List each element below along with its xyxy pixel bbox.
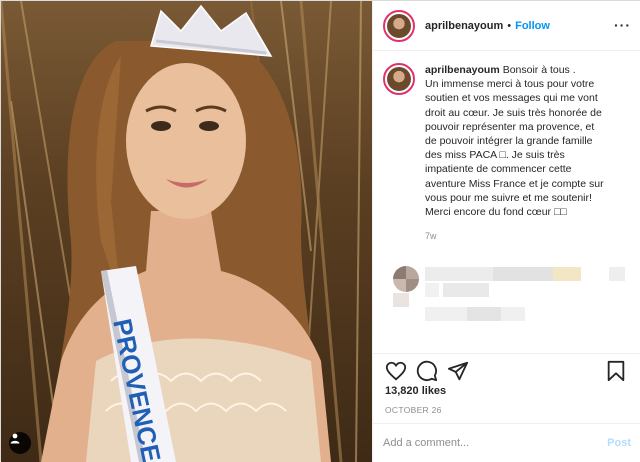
user-tag-icon[interactable]	[9, 432, 31, 454]
blur-block	[425, 283, 439, 297]
follow-button[interactable]: Follow	[515, 20, 550, 32]
more-options-icon[interactable]: ···	[614, 17, 631, 33]
separator-dot: •	[507, 19, 512, 32]
instagram-post-modal: PROVENCE aprilbenayoum • Follow ··· apri…	[0, 0, 640, 462]
blur-block	[609, 267, 625, 281]
blurred-avatar	[393, 266, 419, 292]
caption-line: de pouvoir intégrer la grande famille	[425, 135, 593, 148]
caption-username[interactable]: aprilbenayoum	[425, 64, 500, 76]
post-header: aprilbenayoum • Follow ···	[373, 1, 640, 51]
caption-line: des miss PACA □. Je suis très	[425, 149, 565, 162]
likes-count[interactable]: 13,820 likes	[385, 385, 446, 397]
photo-illustration: PROVENCE	[1, 1, 362, 462]
caption-avatar[interactable]	[383, 63, 415, 95]
caption-line: Bonsoir à tous .	[502, 64, 576, 76]
avatar[interactable]	[383, 9, 415, 42]
blur-block	[553, 267, 581, 281]
post-button[interactable]: Post	[607, 437, 631, 449]
blur-block	[393, 293, 409, 307]
share-icon[interactable]	[447, 360, 469, 382]
comment-input[interactable]	[383, 437, 608, 449]
bookmark-icon[interactable]	[605, 360, 627, 382]
caption-line: aventure Miss France et je compte sur	[425, 177, 604, 190]
post-age: 7w	[425, 231, 437, 242]
post-date[interactable]: OCTOBER 26	[385, 405, 442, 415]
caption-line: pouvoir représenter ma provence, et	[425, 120, 595, 133]
caption-line: vous pour me suivre et me soutenir!	[425, 191, 592, 204]
caption-line: soutien et vos messages qui me vont	[425, 92, 598, 105]
blur-block	[425, 267, 493, 281]
caption-line: droit au cœur. Je suis très honorée de	[425, 106, 602, 119]
post-photo[interactable]: PROVENCE	[1, 1, 372, 462]
caption-line: Un immense merci à tous pour votre	[425, 78, 595, 91]
header-username[interactable]: aprilbenayoum	[425, 20, 503, 32]
heart-icon[interactable]	[385, 360, 407, 382]
action-bar	[373, 353, 640, 385]
caption-line: impatiente de commencer cette	[425, 163, 572, 176]
comment-icon[interactable]	[416, 360, 438, 382]
blurred-comment	[383, 263, 633, 333]
post-side-panel: aprilbenayoum • Follow ··· aprilbenayoum…	[372, 1, 640, 462]
blur-block	[443, 283, 489, 297]
post-caption: aprilbenayoum Bonsoir à tous . Un immense…	[383, 63, 633, 241]
caption-line: Merci encore du fond cœur □□	[425, 206, 567, 219]
blur-block	[467, 307, 501, 321]
caption-text: aprilbenayoum Bonsoir à tous . Un immense…	[425, 63, 633, 219]
blur-block	[493, 267, 553, 281]
comment-form: Post	[373, 423, 640, 462]
